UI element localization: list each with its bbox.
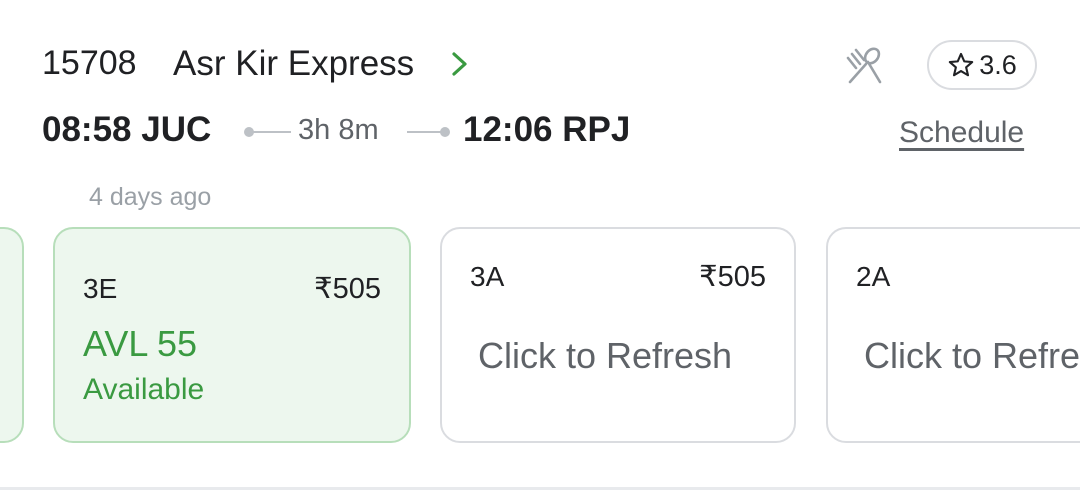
divider — [0, 487, 1080, 490]
timeline-start-dot — [244, 127, 291, 137]
class-code: 3E — [83, 273, 118, 304]
class-card-3e[interactable]: 3E ₹505 AVL 55 Available — [53, 227, 411, 443]
meal-icon — [846, 47, 882, 84]
class-card-previous[interactable] — [0, 227, 24, 443]
availability-text: Available — [83, 373, 205, 406]
rating-badge[interactable]: 3.6 — [927, 40, 1037, 90]
class-code: 2A — [856, 261, 891, 292]
departure-time: 08:58 JUC — [42, 110, 212, 149]
schedule-link[interactable]: Schedule — [899, 116, 1024, 150]
class-card-2a[interactable]: 2A Click to Refresh — [826, 227, 1080, 443]
class-card-3a[interactable]: 3A ₹505 Click to Refresh — [440, 227, 796, 443]
star-icon — [948, 52, 974, 77]
availability-status: AVL 55 — [83, 323, 198, 364]
last-updated: 4 days ago — [89, 183, 212, 211]
train-number: 15708 — [42, 44, 137, 82]
timeline-end-dot — [407, 127, 450, 137]
class-code: 3A — [470, 261, 505, 292]
train-name[interactable]: Asr Kir Express — [173, 44, 414, 84]
refresh-button[interactable]: Click to Refresh — [478, 335, 732, 377]
chevron-right-icon[interactable] — [446, 48, 474, 80]
refresh-button[interactable]: Click to Refresh — [864, 335, 1080, 377]
class-fare: ₹505 — [699, 261, 766, 293]
class-fare: ₹505 — [314, 273, 381, 305]
rating-value: 3.6 — [979, 49, 1017, 80]
arrival-time: 12:06 RPJ — [463, 110, 631, 149]
journey-duration: 3h 8m — [298, 114, 379, 146]
